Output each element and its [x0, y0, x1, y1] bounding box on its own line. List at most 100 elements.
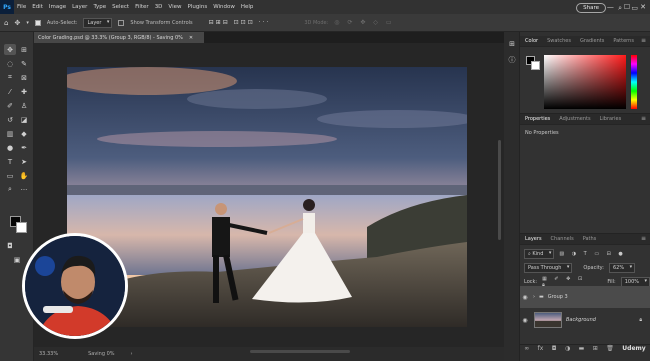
dodge-tool-icon[interactable]: ● [4, 142, 16, 153]
adjustment-layer-icon[interactable]: ◑ [565, 345, 570, 355]
menu-layer[interactable]: Layer [69, 4, 90, 10]
menu-window[interactable]: Window [210, 4, 238, 10]
eraser-tool-icon[interactable]: ◪ [18, 114, 30, 125]
menu-select[interactable]: Select [109, 4, 132, 10]
layer-row-background[interactable]: ◉ Background 🔒︎ [520, 309, 650, 331]
auto-select-checkbox[interactable] [34, 19, 41, 26]
menu-filter[interactable]: Filter [132, 4, 152, 10]
color-picker-field[interactable] [544, 55, 626, 109]
path-select-tool-icon[interactable]: ➤ [18, 156, 30, 167]
panel-menu-icon[interactable]: ≡ [641, 37, 646, 44]
fx-icon[interactable]: fx [538, 345, 544, 355]
menu-help[interactable]: Help [238, 4, 257, 10]
layer-thumbnail [534, 312, 562, 328]
opacity-input[interactable]: 62% [608, 263, 636, 273]
add-mask-icon[interactable]: ◘ [552, 345, 557, 355]
screen-mode-icon[interactable]: ▣ [11, 254, 23, 265]
folder-icon: ▬ [539, 294, 544, 300]
tab-swatches[interactable]: Swatches [547, 38, 571, 44]
webcam-overlay [22, 233, 128, 339]
link-layers-icon[interactable]: ∞ [524, 345, 529, 355]
filter-icons[interactable]: ▨ ◑ T ▭ ⊟ ● [559, 251, 625, 257]
blend-mode-dropdown[interactable]: Pass Through [524, 263, 573, 273]
tab-color[interactable]: Color [525, 38, 538, 44]
search-icon[interactable]: ⌕ [618, 4, 622, 13]
more-tools-icon[interactable]: ··· [18, 184, 30, 195]
gradient-tool-icon[interactable]: ▥ [4, 128, 16, 139]
vertical-scrollbar[interactable] [498, 140, 501, 240]
history-brush-icon[interactable]: ↺ [4, 114, 16, 125]
minimize-icon[interactable]: — [607, 3, 614, 11]
menu-view[interactable]: View [165, 4, 184, 10]
history-panel-icon[interactable]: ⊞ [506, 38, 518, 49]
tab-channels[interactable]: Channels [551, 236, 574, 242]
crop-tool-icon[interactable]: ⌗ [4, 72, 16, 83]
chevron-right-icon[interactable]: › [131, 351, 133, 357]
maximize-icon[interactable]: ☐ [624, 3, 630, 11]
eyedropper-tool-icon[interactable]: ⁄ [4, 86, 16, 97]
udemy-watermark: Udemy [622, 345, 646, 352]
zoom-tool-icon[interactable]: ⌕ [4, 184, 16, 195]
frame-tool-icon[interactable]: ⊠ [18, 72, 30, 83]
blur-tool-icon[interactable]: ◆ [18, 128, 30, 139]
kind-label: Kind [532, 251, 544, 257]
lasso-tool-icon[interactable]: ◌ [4, 58, 16, 69]
shape-tool-icon[interactable]: ▭ [4, 170, 16, 181]
home-icon[interactable]: ⌂ [4, 19, 8, 27]
delete-layer-icon[interactable]: 🗑︎ [606, 345, 614, 355]
spot-heal-tool-icon[interactable]: ✚ [18, 86, 30, 97]
close-icon[interactable]: ✕ [640, 3, 646, 11]
stamp-tool-icon[interactable]: ♙ [18, 100, 30, 111]
zoom-level[interactable]: 33.33% [39, 351, 58, 357]
auto-select-dropdown[interactable]: Layer [83, 17, 113, 28]
quick-mask-icon[interactable]: ◘ [4, 240, 16, 251]
hue-slider[interactable] [631, 55, 637, 109]
tab-paths[interactable]: Paths [583, 236, 597, 242]
info-panel-icon[interactable]: ⓘ [506, 54, 518, 65]
document-tab[interactable]: Color Grading.psd @ 33.3% (Group 3, RGB/… [34, 32, 204, 43]
menu-plugins[interactable]: Plugins [184, 4, 210, 10]
background-color-swatch[interactable] [16, 222, 27, 233]
tab-properties[interactable]: Properties [525, 116, 550, 122]
align-icons[interactable]: ⊟⊞⊟ ⊡⊡⊡ ··· [209, 19, 271, 26]
horizontal-scrollbar[interactable] [250, 350, 350, 353]
workspace-icon[interactable]: ▭ [631, 4, 638, 12]
move-tool-icon[interactable]: ✥ [4, 44, 16, 55]
hand-tool-icon[interactable]: ✋ [18, 170, 30, 181]
tab-gradients[interactable]: Gradients [580, 38, 604, 44]
menu-3d[interactable]: 3D [152, 4, 166, 10]
eye-icon[interactable]: ◉ [520, 317, 530, 324]
new-group-icon[interactable]: ▬ [579, 345, 585, 355]
fill-label: Fill: [607, 279, 616, 285]
menu-type[interactable]: Type [90, 4, 109, 10]
layer-filter-dropdown[interactable]: ⌕ Kind [524, 249, 555, 259]
layers-panel: Layers Channels Paths ≡ ⌕ Kind ▨ ◑ T ▭ ⊟… [520, 234, 650, 345]
type-tool-icon[interactable]: T [4, 156, 16, 167]
expand-chevron-icon[interactable]: › [533, 294, 535, 300]
panel-menu-icon[interactable]: ≡ [641, 235, 646, 242]
share-button[interactable]: Share [576, 3, 606, 13]
move-tool-icon[interactable]: ✥ [14, 19, 20, 27]
3d-mode-icons: ◎ ⟳ ✥ ◇ ▭ [334, 19, 395, 26]
panel-menu-icon[interactable]: ≡ [641, 115, 646, 122]
close-tab-icon[interactable]: ✕ [189, 35, 193, 41]
tab-patterns[interactable]: Patterns [613, 38, 634, 44]
menu-image[interactable]: Image [46, 4, 69, 10]
brush-tool-icon[interactable]: ✐ [4, 100, 16, 111]
menu-edit[interactable]: Edit [29, 4, 46, 10]
tab-layers[interactable]: Layers [525, 236, 542, 242]
tab-adjustments[interactable]: Adjustments [559, 116, 590, 122]
pen-tool-icon[interactable]: ✒ [18, 142, 30, 153]
artboard-tool-icon[interactable]: ⊞ [18, 44, 30, 55]
3d-mode-label: 3D Mode: [304, 19, 329, 26]
layer-row-group-3[interactable]: ◉ › ▬ Group 3 [520, 286, 650, 308]
transform-controls-checkbox[interactable] [118, 19, 125, 26]
chevron-down-icon[interactable]: ▾ [26, 20, 29, 26]
menu-file[interactable]: File [14, 4, 29, 10]
quick-select-tool-icon[interactable]: ✎ [18, 58, 30, 69]
tab-libraries[interactable]: Libraries [600, 116, 622, 122]
new-layer-icon[interactable]: ⊞ [593, 345, 598, 355]
color-background-swatch[interactable] [531, 61, 540, 70]
collapsed-panel-strip: ⊞ ⓘ [504, 32, 520, 361]
eye-icon[interactable]: ◉ [520, 294, 530, 301]
